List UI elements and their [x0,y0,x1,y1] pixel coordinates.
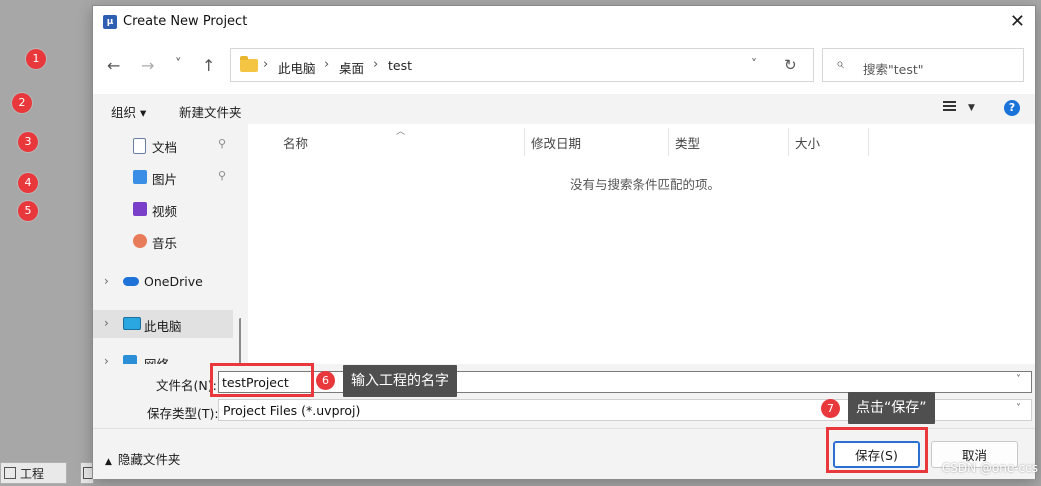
marker-1: 1 [26,49,46,69]
marker-2: 2 [12,93,32,113]
filetype-label: 保存类型(T): [147,406,219,421]
nav-item-label: 音乐 [152,236,178,251]
empty-list-message: 没有与搜索条件匹配的项。 [570,177,721,192]
column-header-name[interactable]: 名称 [283,133,308,159]
breadcrumb-desktop[interactable]: 桌面 [339,58,364,77]
new-folder-button[interactable]: 新建文件夹 [179,102,242,121]
annotation-badge-6: 6 [316,371,335,390]
breadcrumb-test[interactable]: test [388,58,412,73]
forward-arrow-icon[interactable]: → [141,57,154,75]
expand-chevron-icon[interactable]: › [104,274,109,288]
computer-icon [123,317,141,330]
filetype-dropdown-icon[interactable]: ˅ [1016,403,1021,414]
music-icon [133,234,147,248]
address-dropdown-icon[interactable]: ˅ [751,57,757,71]
search-icon: ⌕ [836,56,844,72]
column-divider [788,128,789,156]
marker-5: 5 [18,201,38,221]
filetype-value: Project Files (*.uvproj) [223,403,361,418]
project-tab-label: 工程 [20,467,45,481]
hide-folders-toggle[interactable]: ▲ 隐藏文件夹 [105,449,180,468]
annotation-badge-7: 7 [821,399,840,418]
network-icon [123,355,137,364]
keil-icon: μ [103,15,117,29]
watermark: CSDN @one-ccs [941,461,1038,475]
hide-folders-label: 隐藏文件夹 [117,452,181,467]
navigation-pane: 文档 ⚲ 图片 ⚲ 视频 音乐 › OneDrive › 此电脑 › [93,124,241,364]
nav-item-label: OneDrive [144,274,203,289]
view-dropdown-icon[interactable]: ▼ [968,103,975,113]
file-list: ︿ 名称 修改日期 类型 大小 没有与搜索条件匹配的项。 [248,124,1035,364]
view-options-icon[interactable] [943,101,956,113]
command-bar: 组织 ▾ 新建文件夹 ▼ ? [93,94,1035,124]
onedrive-cloud-icon [123,277,139,286]
documents-icon [133,138,146,154]
nav-item-videos[interactable]: 视频 [93,195,233,223]
collapse-caret-icon: ▲ [105,457,112,467]
nav-item-pictures[interactable]: 图片 ⚲ [93,163,233,191]
pin-icon: ⚲ [218,137,227,150]
nav-item-music[interactable]: 音乐 [93,227,233,255]
project-tab-icon [4,467,16,479]
breadcrumb-separator-icon: › [324,57,330,72]
up-arrow-icon[interactable]: ↑ [202,57,215,75]
filename-label: 文件名(N): [156,378,217,393]
marker-4: 4 [18,173,38,193]
help-icon[interactable]: ? [1004,100,1020,116]
search-placeholder: 搜索"test" [863,62,924,77]
annotation-callout-7: 点击“保存” [848,392,935,424]
column-divider [524,128,525,156]
breadcrumb-separator-icon: › [373,57,379,72]
column-divider [668,128,669,156]
filename-input[interactable] [218,371,1032,393]
breadcrumb-this-pc[interactable]: 此电脑 [278,58,316,77]
close-icon[interactable]: ✕ [1010,12,1025,32]
nav-item-label: 此电脑 [144,319,182,334]
annotation-callout-6: 输入工程的名字 [343,365,457,397]
expand-chevron-icon[interactable]: › [104,316,109,330]
nav-item-network[interactable]: › 网络 [93,348,233,364]
column-divider [868,128,869,156]
videos-icon [133,202,147,216]
pin-icon: ⚲ [218,169,227,182]
marker-3: 3 [18,132,38,152]
nav-item-onedrive[interactable]: › OneDrive [93,268,233,296]
project-tab[interactable]: 工程 [0,462,67,484]
recent-locations-chevron-icon[interactable]: ˅ [175,56,182,74]
filename-dropdown-icon[interactable]: ˅ [1016,374,1021,385]
nav-item-label: 图片 [152,172,178,187]
nav-item-label: 网络 [144,354,169,364]
pictures-icon [133,170,147,184]
folder-icon [240,56,258,72]
nav-item-label: 文档 [152,140,178,155]
dialog-title: Create New Project [123,14,248,29]
search-box[interactable]: ⌕ 搜索"test" [822,48,1024,82]
column-header-size[interactable]: 大小 [795,133,820,159]
address-bar[interactable]: › 此电脑 › 桌面 › test ˅ ↻ [230,48,814,82]
nav-item-documents[interactable]: 文档 ⚲ [93,131,233,159]
nav-item-label: 视频 [152,204,178,219]
back-arrow-icon[interactable]: ← [107,57,120,75]
refresh-icon[interactable]: ↻ [784,56,797,74]
title-bar: μ Create New Project ✕ [93,6,1035,40]
sort-caret-icon: ︿ [396,127,406,137]
filename-highlight-box [210,363,314,397]
organize-menu-button[interactable]: 组织 ▾ [111,102,146,121]
nav-item-this-pc[interactable]: › 此电脑 [93,310,233,338]
expand-chevron-icon[interactable]: › [104,354,109,364]
column-header-type[interactable]: 类型 [675,133,700,159]
navpane-scrollbar[interactable] [239,318,241,364]
save-highlight-box [826,427,928,473]
column-header-modified[interactable]: 修改日期 [531,133,581,159]
breadcrumb-separator-icon: › [263,57,269,72]
